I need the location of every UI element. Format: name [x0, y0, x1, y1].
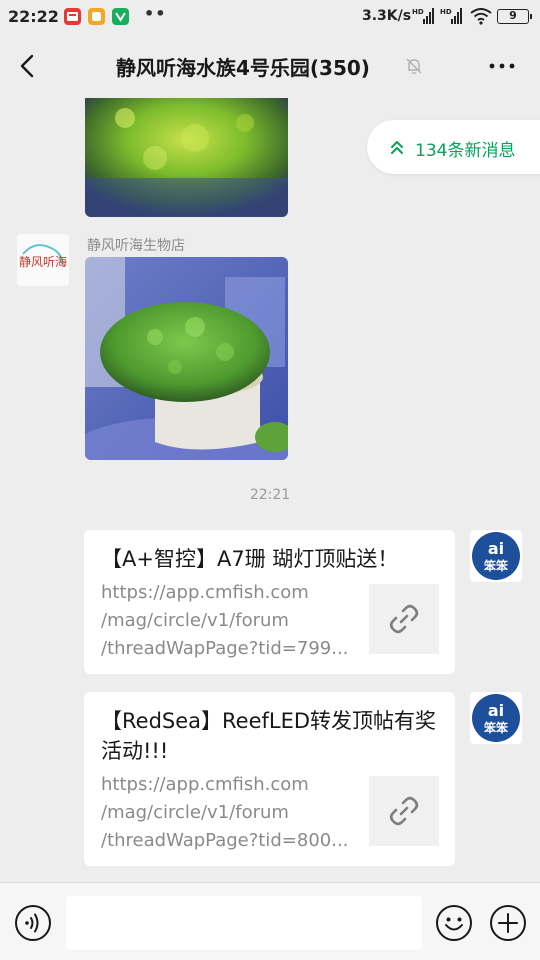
coral-image-message[interactable]	[85, 257, 288, 460]
coral-image-message-top[interactable]	[85, 98, 288, 217]
mute-bell-icon	[406, 58, 422, 74]
link-card-title: 【A+智控】A7珊 瑚灯顶贴送！	[101, 547, 399, 571]
bot-avatar-text-top: ai	[488, 701, 504, 720]
app-notification-icon-orange	[88, 8, 105, 25]
sender-name: 静风听海生物店	[87, 238, 185, 254]
link-card-title: 【RedSea】ReefLED转发顶帖有奖活动!!!	[101, 709, 437, 763]
input-toolbar	[0, 882, 540, 960]
link-thumbnail	[369, 584, 439, 654]
coral-photo-2	[85, 257, 288, 460]
bot-avatar[interactable]: ai 笨笨	[470, 530, 522, 582]
link-thumbnail	[369, 776, 439, 846]
back-arrow-icon[interactable]	[10, 48, 46, 84]
link-icon	[389, 796, 419, 826]
link-icon	[389, 604, 419, 634]
link-card-url: https://app.cmfish.com /mag/circle/v1/fo…	[101, 579, 353, 663]
link-card-message[interactable]: 【A+智控】A7珊 瑚灯顶贴送！ https://app.cmfish.com …	[84, 530, 455, 674]
voice-input-icon[interactable]	[14, 904, 52, 942]
status-bar: 22:22 •• 3.3K/s HD HD 9	[0, 0, 540, 34]
bot-avatar[interactable]: ai 笨笨	[470, 692, 522, 744]
chat-message-list[interactable]: 134条新消息 静风听海 静风听海生物店 22:21 【A+智控】A7珊 瑚灯顶…	[0, 98, 540, 882]
new-messages-pill[interactable]: 134条新消息	[367, 120, 540, 174]
bot-avatar-text-top: ai	[488, 539, 504, 558]
emoji-icon[interactable]	[435, 904, 473, 942]
link-card-url: https://app.cmfish.com /mag/circle/v1/fo…	[101, 771, 353, 855]
network-speed: 3.3K/s	[362, 8, 412, 24]
signal-hd-label-2: HD	[440, 8, 452, 16]
url-line: https://app.cmfish.com	[101, 582, 309, 603]
url-line: /mag/circle/v1/forum	[101, 610, 289, 631]
signal-icon-2: HD	[440, 8, 462, 24]
signal-hd-label: HD	[412, 8, 424, 16]
chat-header: 静风听海水族4号乐园(350)	[0, 34, 540, 98]
bot-avatar-text-bottom: 笨笨	[484, 558, 509, 573]
sender-avatar[interactable]: 静风听海	[17, 234, 69, 286]
more-options-icon[interactable]	[484, 52, 520, 80]
double-chevron-up-icon	[391, 141, 403, 154]
avatar-logo-text: 静风听海	[19, 254, 67, 269]
url-line: /mag/circle/v1/forum	[101, 802, 289, 823]
message-timestamp: 22:21	[249, 487, 291, 503]
shop-logo: 静风听海	[17, 234, 69, 286]
app-notification-icon-red	[64, 8, 81, 25]
app-notification-icon-green	[112, 8, 129, 25]
status-more-dots: ••	[144, 4, 167, 23]
status-time: 22:22	[8, 7, 59, 26]
battery-indicator: 9	[497, 9, 532, 24]
plus-icon[interactable]	[489, 904, 527, 942]
url-line: /threadWapPage?tid=800...	[101, 830, 349, 851]
ai-avatar-logo: ai 笨笨	[472, 532, 520, 580]
new-messages-label: 134条新消息	[415, 141, 516, 161]
wifi-icon	[470, 8, 492, 25]
bot-avatar-text-bottom: 笨笨	[484, 720, 509, 735]
chat-title: 静风听海水族4号乐园(350)	[116, 56, 370, 80]
signal-icon: HD	[412, 8, 434, 24]
coral-photo-1	[85, 98, 288, 217]
ai-avatar-logo: ai 笨笨	[472, 694, 520, 742]
message-input[interactable]	[66, 896, 422, 950]
link-card-message[interactable]: 【RedSea】ReefLED转发顶帖有奖活动!!! https://app.c…	[84, 692, 455, 866]
url-line: /threadWapPage?tid=799...	[101, 638, 349, 659]
url-line: https://app.cmfish.com	[101, 774, 309, 795]
